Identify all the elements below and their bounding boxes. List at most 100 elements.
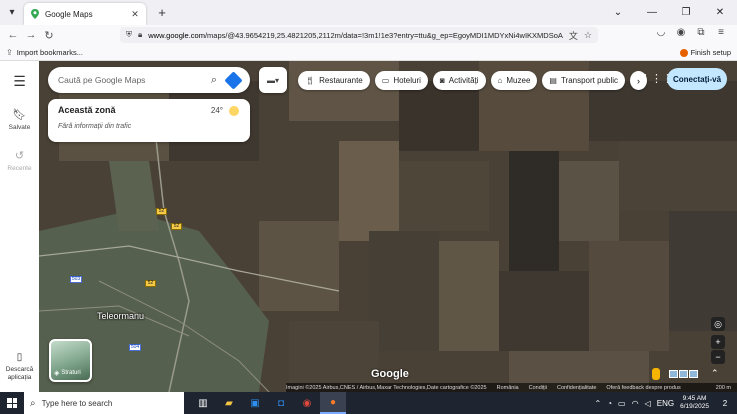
thumb-1[interactable] <box>669 370 678 378</box>
pegman-icon[interactable] <box>652 368 660 380</box>
wifi-icon[interactable]: ◠ <box>632 399 639 408</box>
taskbar-search-text: Type here to search <box>41 398 113 408</box>
tray-overflow-icon[interactable]: ⌃ <box>594 399 601 408</box>
lock-icon[interactable]: 🔒︎ <box>138 30 142 40</box>
close-window-icon[interactable]: ✕ <box>703 0 737 25</box>
layers-icon: ▬▾ <box>266 75 279 85</box>
file-explorer-icon[interactable]: ▰ <box>216 392 242 414</box>
zoom-out-icon[interactable]: − <box>711 350 725 364</box>
my-location-icon[interactable]: ◎ <box>711 317 725 331</box>
map-controls: ◎ + − <box>711 317 725 365</box>
hamburger-menu-icon[interactable]: ☰ <box>13 73 26 90</box>
volume-icon[interactable]: ◁ <box>645 399 651 408</box>
maps-page: ☰ 🔖︎ Salvate ↺ Recente ▯ Descarcă aplica… <box>0 61 737 392</box>
start-button[interactable] <box>0 392 24 414</box>
layers-toggle-button[interactable]: ▬▾ <box>259 67 287 93</box>
taskbar-search[interactable]: ⌕ Type here to search <box>24 392 184 414</box>
country-link[interactable]: România <box>497 385 519 391</box>
road-label-52-c: 52 <box>145 280 156 287</box>
pocket-icon[interactable]: ◡ <box>651 27 671 38</box>
firefox-taskbar-icon[interactable]: ● <box>320 392 346 414</box>
privacy-link[interactable]: Confidențialitate <box>557 385 596 391</box>
tab-overflow-icon[interactable]: ⌄ <box>601 0 635 25</box>
translate-icon[interactable]: 文 <box>569 29 578 42</box>
sign-in-button[interactable]: Conectați-vă <box>667 68 728 90</box>
terms-link[interactable]: Condiții <box>529 385 547 391</box>
bookmark-icon: 🔖︎ <box>12 109 27 121</box>
google-logo: Google <box>371 368 409 380</box>
import-bookmarks[interactable]: ⇪ Import bookmarks... <box>6 48 83 57</box>
weather-card[interactable]: Această zonă 24° Fără informații din tra… <box>48 99 250 142</box>
sidebar-item-download-app[interactable]: ▯ Descarcă aplicația <box>0 352 39 382</box>
address-bar[interactable]: ⛨ 🔒︎ www.google.com/maps/@43.9654219,25.… <box>120 27 598 43</box>
close-tab-icon[interactable]: ✕ <box>130 9 140 20</box>
app-red-icon[interactable]: ◉ <box>294 392 320 414</box>
clock[interactable]: 9:45 AM 6/19/2025 <box>680 395 709 411</box>
road-label-504: 504 <box>129 344 141 351</box>
road-label-503: 503 <box>70 276 82 283</box>
chip-museums[interactable]: ⌂ Muzee <box>490 71 538 90</box>
weather-temp: 24° <box>210 106 223 115</box>
thumb-3[interactable] <box>689 370 698 378</box>
directions-icon[interactable] <box>224 70 243 90</box>
train-icon: ▤ <box>549 76 557 85</box>
feedback-link[interactable]: Oferă feedback despre produs <box>606 385 680 391</box>
sidebar-item-recent[interactable]: ↺ Recente <box>7 149 31 172</box>
language-indicator[interactable]: ENG <box>657 399 674 408</box>
sidebar-recent-label: Recente <box>7 165 32 172</box>
tracking-shield-icon[interactable]: ⛨ <box>126 30 132 40</box>
minimize-icon[interactable]: — <box>635 0 669 25</box>
reload-icon[interactable]: ↻ <box>40 29 58 42</box>
outlook-icon[interactable]: ◘ <box>268 392 294 414</box>
maximize-icon[interactable]: ❐ <box>669 0 703 25</box>
imagery-thumbnails[interactable] <box>669 370 699 378</box>
chip-transit[interactable]: ▤ Transport public <box>542 71 626 90</box>
camera-icon: ◙ <box>439 76 445 85</box>
expand-up-icon[interactable]: ⌃ <box>711 368 719 379</box>
zoom-in-icon[interactable]: + <box>711 335 725 349</box>
chip-activities[interactable]: ◙ Activități <box>432 71 486 90</box>
notification-count: 2 <box>722 398 728 408</box>
sidebar-item-saved[interactable]: 🔖︎ Salvate <box>9 108 31 131</box>
imagery-credits: Imagini ©2025 Airbus,CNES / Airbus,Maxar… <box>286 384 487 391</box>
tab-google-maps[interactable]: Google Maps ✕ <box>24 3 146 25</box>
tab-list-icon[interactable]: ▾ <box>0 0 24 25</box>
search-input[interactable]: Caută pe Google Maps <box>58 75 205 85</box>
account-icon[interactable]: ◉ <box>671 27 691 38</box>
firefox-icon <box>679 48 688 57</box>
chip-label: Hoteluri <box>393 76 421 85</box>
chip-hotels[interactable]: ▭ Hoteluri <box>374 71 428 90</box>
chip-label: Transport public <box>560 76 619 85</box>
store-icon[interactable]: ▣ <box>242 392 268 414</box>
import-icon: ⇪ <box>6 48 13 57</box>
sun-icon <box>229 106 239 116</box>
back-icon[interactable]: ← <box>4 29 22 41</box>
maps-sidebar: ☰ 🔖︎ Salvate ↺ Recente ▯ Descarcă aplica… <box>0 61 39 392</box>
museum-icon: ⌂ <box>497 76 503 85</box>
task-view-icon[interactable]: ▥ <box>190 392 216 414</box>
finish-setup[interactable]: Finish setup <box>679 48 731 57</box>
taskbar-apps: ▥ ▰ ▣ ◘ ◉ ● <box>190 392 346 414</box>
scale-bar[interactable]: 200 m <box>716 385 731 391</box>
display-icon[interactable]: ▭ <box>618 399 626 408</box>
nav-bar: ← → ↻ ⛨ 🔒︎ www.google.com/maps/@43.96542… <box>0 25 737 45</box>
windows-taskbar: ⌕ Type here to search ▥ ▰ ▣ ◘ ◉ ● ⌃ ◔ ▭ … <box>0 392 737 414</box>
extensions-icon[interactable]: ⧉ <box>691 27 711 38</box>
thumb-2[interactable] <box>679 370 688 378</box>
search-box[interactable]: Caută pe Google Maps ⌕ <box>48 67 250 93</box>
bookmark-star-icon[interactable]: ☆ <box>584 30 592 41</box>
fork-knife-icon: 🍴︎ <box>305 76 316 85</box>
forward-icon[interactable]: → <box>22 29 40 41</box>
notifications-icon[interactable]: 2 <box>717 395 733 411</box>
new-tab-icon[interactable]: + <box>152 5 172 20</box>
chip-label: Restaurante <box>319 76 363 85</box>
town-label[interactable]: Teleormanu <box>97 311 144 321</box>
url-text[interactable]: www.google.com/maps/@43.9654219,25.48212… <box>148 31 563 40</box>
search-icon[interactable]: ⌕ <box>211 74 217 87</box>
menu-icon[interactable]: ≡ <box>711 27 731 38</box>
chip-restaurants[interactable]: 🍴︎ Restaurante <box>298 71 370 90</box>
window-controls: ⌄ — ❐ ✕ <box>601 0 737 25</box>
network-icon[interactable]: ◔ <box>607 399 612 408</box>
road-label-52-b: 52 <box>171 223 182 230</box>
layers-thumbnail[interactable]: ◈ Straturi <box>49 339 92 382</box>
